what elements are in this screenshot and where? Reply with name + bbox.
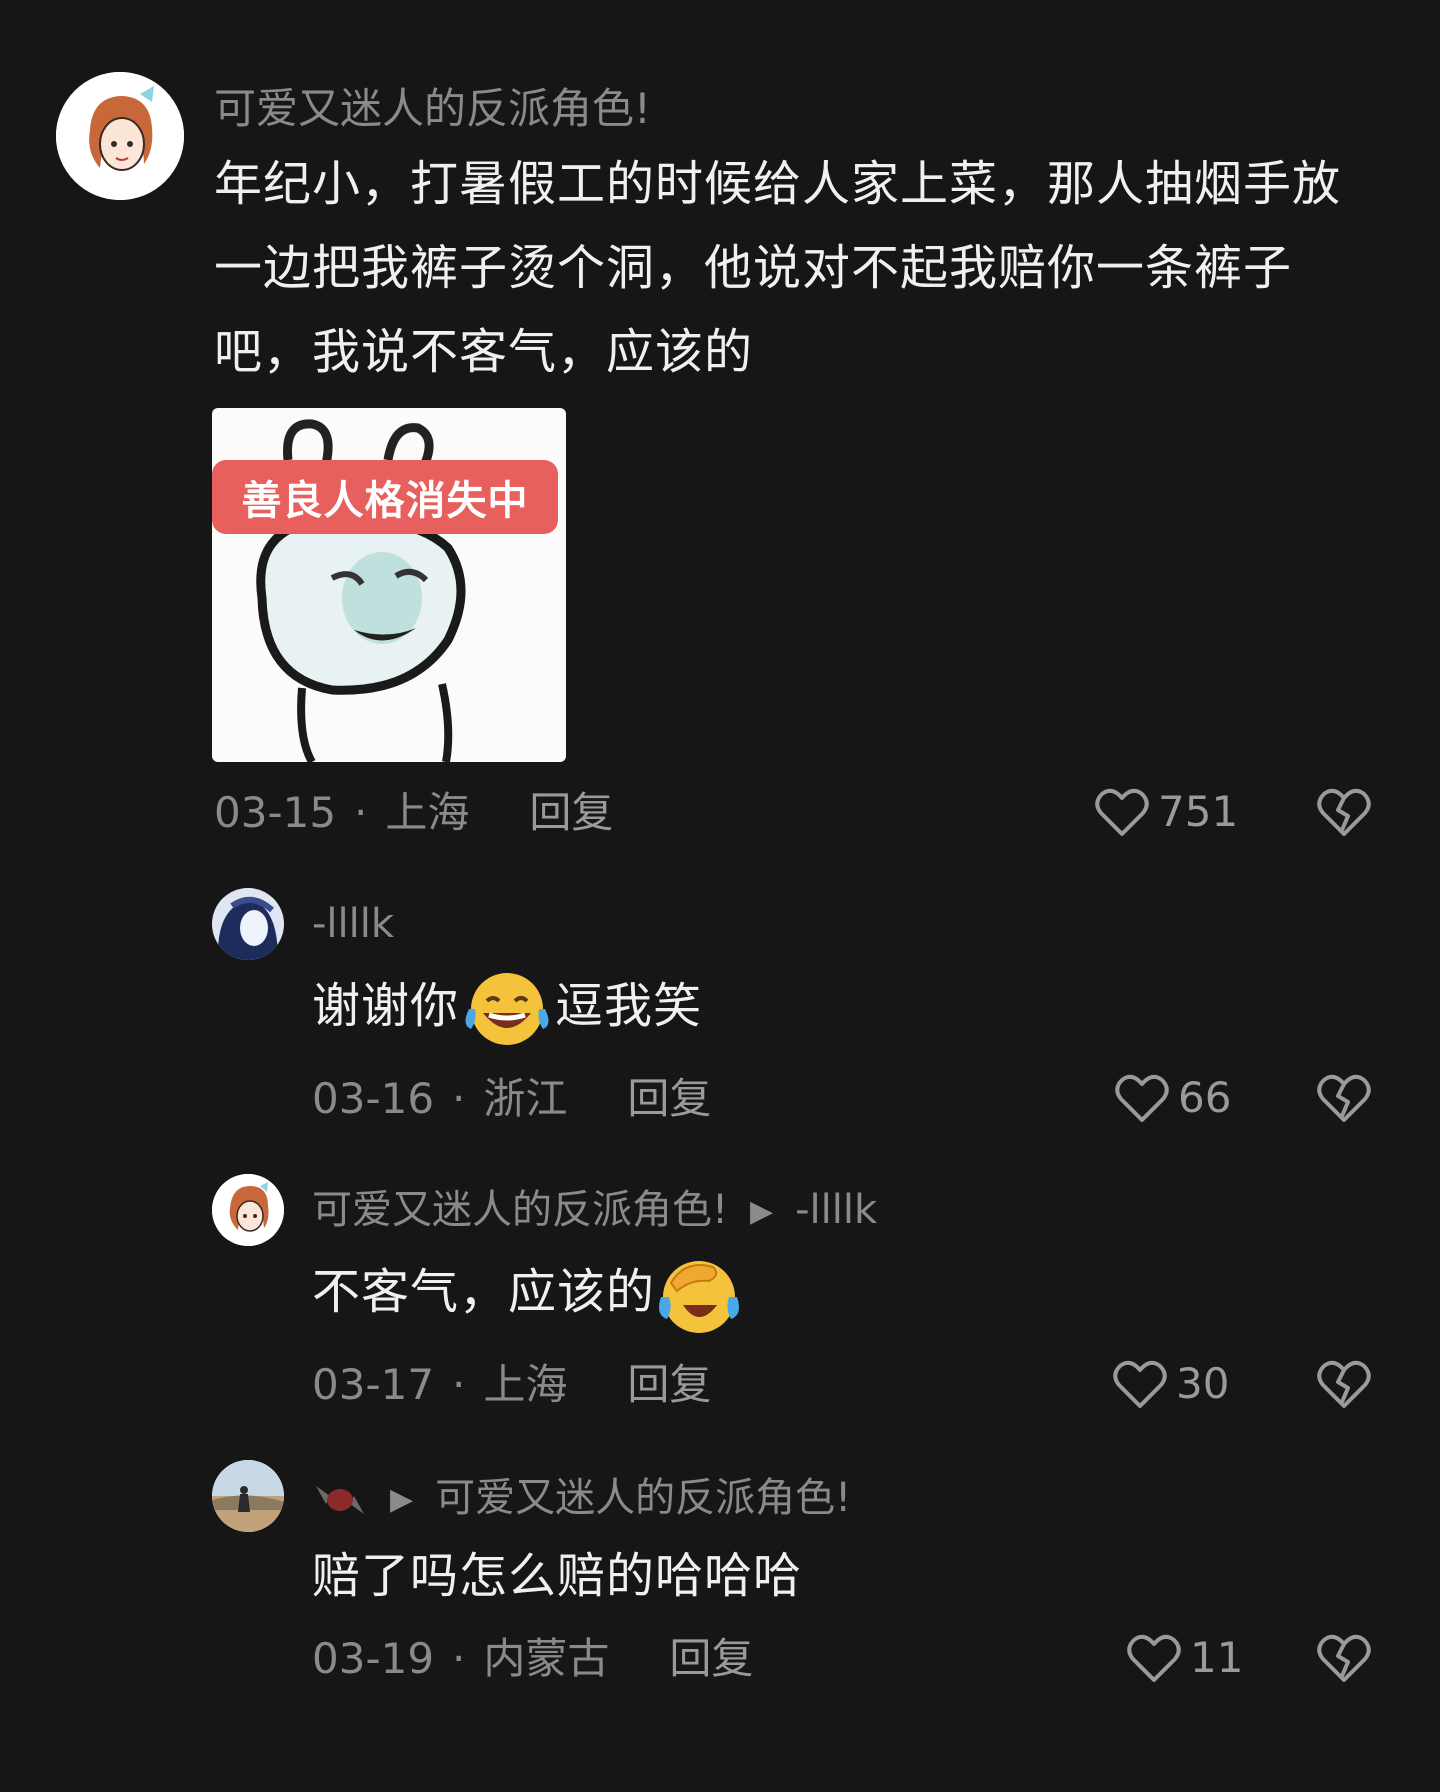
reply-1-text-after: 逗我笑 — [555, 978, 703, 1034]
reply-3-text-before: 赔了吗怎么赔的哈哈哈 — [312, 1548, 803, 1604]
comment-location: 内蒙古 — [483, 1634, 610, 1683]
reply-3-avatar[interactable] — [212, 1460, 284, 1532]
reply-2-username-row: 可爱又迷人的反派角色! ▶ -llllk — [312, 1190, 877, 1230]
comment-date: 03-19 — [312, 1634, 435, 1683]
candy-icon[interactable] — [312, 1476, 368, 1524]
like-button[interactable]: 751 — [1094, 786, 1238, 838]
heart-outline-icon — [1127, 1634, 1181, 1682]
like-count: 11 — [1190, 1633, 1244, 1682]
broken-heart-icon — [1317, 1360, 1371, 1408]
reply-2-reply-to[interactable]: -llllk — [795, 1187, 877, 1233]
reply-2-avatar[interactable] — [212, 1174, 284, 1246]
heart-outline-icon — [1113, 1360, 1167, 1408]
reply-2-meta: 03-17 · 上海 回复 — [312, 1364, 711, 1406]
reply-1-text: 谢谢你 逗我笑 — [312, 964, 702, 1049]
reply-1-meta: 03-16 · 浙江 回复 — [312, 1078, 711, 1120]
main-comment-username[interactable]: 可爱又迷人的反派角色! — [214, 88, 651, 130]
comment-date: 03-15 — [214, 788, 337, 837]
broken-heart-icon — [1317, 1634, 1371, 1682]
comment-date: 03-16 — [312, 1074, 435, 1123]
separator-dot: · — [452, 1360, 466, 1409]
comment-location: 上海 — [483, 1360, 568, 1409]
main-comment-meta: 03-15 · 上海 回复 — [214, 792, 613, 834]
like-count: 751 — [1158, 787, 1239, 836]
like-count: 30 — [1176, 1359, 1230, 1408]
comment-location: 浙江 — [483, 1074, 568, 1123]
sticker-image[interactable]: 善良人格消失中 — [212, 408, 566, 762]
reply-2-text: 不客气，应该的 — [312, 1250, 743, 1337]
separator-dot: · — [452, 1074, 466, 1123]
broken-heart-icon — [1317, 788, 1371, 836]
like-button[interactable]: 11 — [1126, 1632, 1243, 1684]
reply-1-text-before: 谢谢你 — [312, 978, 460, 1034]
comment-location: 上海 — [385, 788, 470, 837]
reply-1-avatar[interactable] — [212, 888, 284, 960]
separator-dot: · — [354, 788, 368, 837]
dislike-button[interactable] — [1316, 1358, 1372, 1414]
sticker-label: 善良人格消失中 — [212, 460, 558, 534]
reply-2-text-before: 不客气，应该的 — [312, 1264, 656, 1320]
heart-outline-icon — [1095, 788, 1149, 836]
reply-3-text: 赔了吗怎么赔的哈哈哈 — [312, 1534, 802, 1618]
facepalm-crying-face-icon — [659, 1261, 740, 1333]
like-button[interactable]: 30 — [1112, 1358, 1229, 1410]
like-count: 66 — [1178, 1073, 1232, 1122]
reply-3-reply-to[interactable]: 可爱又迷人的反派角色! — [435, 1475, 851, 1521]
main-comment-text: 年纪小，打暑假工的时候给人家上菜，那人抽烟手放一边把我裤子烫个洞，他说对不起我赔… — [214, 156, 1342, 380]
dislike-button[interactable] — [1316, 786, 1372, 842]
heart-outline-icon — [1115, 1074, 1169, 1122]
reply-1-username[interactable]: -llllk — [312, 904, 394, 944]
comment-date: 03-17 — [312, 1360, 435, 1409]
reply-3-username-row: ▶ 可爱又迷人的反派角色! — [312, 1476, 851, 1524]
main-comment-avatar[interactable] — [56, 72, 184, 200]
dislike-button[interactable] — [1316, 1072, 1372, 1128]
like-button[interactable]: 66 — [1114, 1072, 1231, 1124]
reply-2-username[interactable]: 可爱又迷人的反派角色! — [312, 1187, 728, 1233]
reply-3-meta: 03-19 · 内蒙古 回复 — [312, 1638, 753, 1680]
separator-dot: · — [452, 1634, 466, 1683]
broken-heart-icon — [1317, 1074, 1371, 1122]
play-arrow-icon: ▶ — [750, 1194, 774, 1229]
reply-button[interactable]: 回复 — [627, 1364, 711, 1406]
reply-button[interactable]: 回复 — [529, 792, 613, 834]
play-arrow-icon: ▶ — [390, 1482, 414, 1517]
dislike-button[interactable] — [1316, 1632, 1372, 1688]
reply-button[interactable]: 回复 — [669, 1638, 753, 1680]
laughing-face-icon — [465, 973, 549, 1045]
reply-button[interactable]: 回复 — [627, 1078, 711, 1120]
